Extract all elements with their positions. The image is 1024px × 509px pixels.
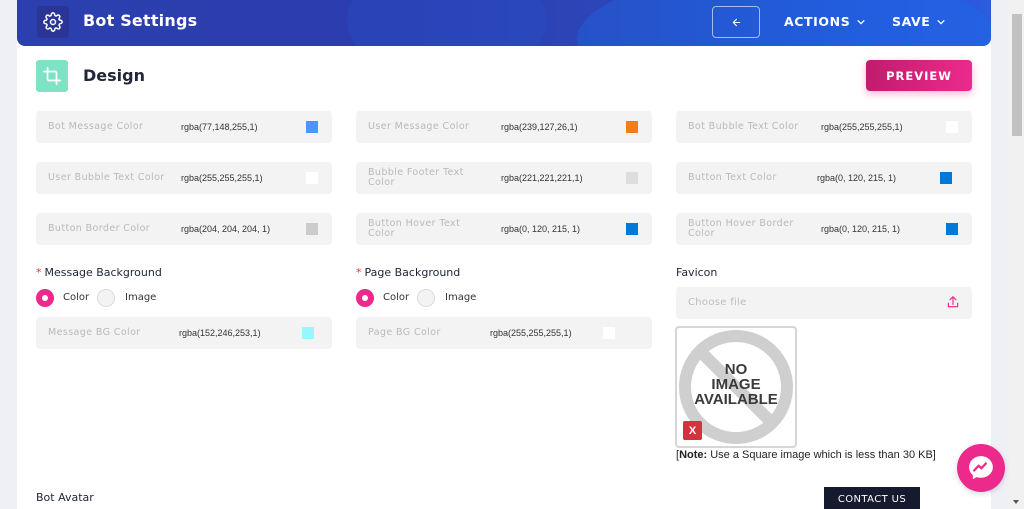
contact-us-button[interactable]: CONTACT US <box>824 487 920 509</box>
field-value: rgba(0, 120, 215, 1) <box>821 224 901 234</box>
message-background-label: * Message Background <box>36 266 162 279</box>
header-decoration <box>347 0 547 46</box>
page-bg-color-option: Color <box>383 292 410 303</box>
color-swatch[interactable] <box>306 223 318 235</box>
message-bg-color-radio[interactable] <box>36 289 54 307</box>
color-field-button-hover-text-color[interactable]: Button Hover Text Color rgba(0, 120, 215,… <box>356 213 652 245</box>
color-field-button-text-color[interactable]: Button Text Color rgba(0, 120, 215, 1) <box>676 162 972 194</box>
field-label: User Bubble Text Color <box>48 172 165 183</box>
file-placeholder: Choose file <box>688 297 747 308</box>
color-field-bubble-footer-text-color[interactable]: Bubble Footer Text Color rgba(221,221,221… <box>356 162 652 194</box>
color-field-bot-message-color[interactable]: Bot Message Color rgba(77,148,255,1) <box>36 111 332 143</box>
favicon-note: [Note: Use a Square image which is less … <box>676 449 936 461</box>
actions-label: ACTIONS <box>784 14 851 29</box>
save-menu-button[interactable]: SAVE <box>892 14 946 29</box>
crop-icon <box>36 60 68 92</box>
field-value: rgba(204, 204, 204, 1) <box>181 224 271 234</box>
page-bg-image-radio[interactable] <box>417 289 435 307</box>
field-label: Bot Bubble Text Color <box>688 121 799 132</box>
field-label: Button Text Color <box>688 172 777 183</box>
message-bg-color-option: Color <box>63 292 90 303</box>
page-background-label: * Page Background <box>356 266 461 279</box>
page-title: Bot Settings <box>83 11 198 30</box>
message-bg-color-field[interactable]: Message BG Color rgba(152,246,253,1) <box>36 317 332 349</box>
save-label: SAVE <box>892 14 931 29</box>
field-value: rgba(255,255,255,1) <box>181 173 263 183</box>
field-label: Bot Message Color <box>48 121 144 132</box>
color-swatch[interactable] <box>603 327 615 339</box>
bot-avatar-label: Bot Avatar <box>36 491 94 504</box>
color-field-user-bubble-text-color[interactable]: User Bubble Text Color rgba(255,255,255,1… <box>36 162 332 194</box>
page-bg-color-radio[interactable] <box>356 289 374 307</box>
color-swatch[interactable] <box>626 172 638 184</box>
page-bg-image-option: Image <box>445 292 477 303</box>
top-header: Bot Settings ACTIONS SAVE <box>17 0 991 46</box>
color-swatch[interactable] <box>626 223 638 235</box>
field-value: rgba(152,246,253,1) <box>179 328 261 338</box>
field-value: rgba(0, 120, 215, 1) <box>501 224 581 234</box>
scrollbar-thumb[interactable] <box>1012 14 1022 136</box>
field-label: Bubble Footer Text Color <box>368 167 464 188</box>
field-label: Page BG Color <box>368 327 441 338</box>
color-field-user-message-color[interactable]: User Message Color rgba(239,127,26,1) <box>356 111 652 143</box>
field-label: Button Border Color <box>48 223 151 234</box>
upload-icon[interactable] <box>946 295 960 309</box>
field-value: rgba(221,221,221,1) <box>501 173 583 183</box>
scroll-down-arrow-icon[interactable] <box>1013 500 1019 504</box>
color-swatch[interactable] <box>940 172 952 184</box>
back-button[interactable] <box>712 6 760 38</box>
favicon-label: Favicon <box>676 266 718 279</box>
actions-menu-button[interactable]: ACTIONS <box>784 14 866 29</box>
color-field-bot-bubble-text-color[interactable]: Bot Bubble Text Color rgba(255,255,255,1) <box>676 111 972 143</box>
message-bg-image-option: Image <box>125 292 157 303</box>
field-value: rgba(77,148,255,1) <box>181 122 258 132</box>
color-swatch[interactable] <box>626 121 638 133</box>
field-value: rgba(255,255,255,1) <box>490 328 572 338</box>
field-label: Button Hover Border Color <box>688 218 794 239</box>
message-bg-image-radio[interactable] <box>97 289 115 307</box>
color-swatch[interactable] <box>946 121 958 133</box>
messenger-chat-button[interactable] <box>957 444 1005 492</box>
field-value: rgba(239,127,26,1) <box>501 122 578 132</box>
page-bg-color-field[interactable]: Page BG Color rgba(255,255,255,1) <box>356 317 652 349</box>
field-value: rgba(0, 120, 215, 1) <box>817 173 897 183</box>
arrow-left-icon <box>732 18 740 26</box>
color-swatch[interactable] <box>306 172 318 184</box>
remove-favicon-button[interactable]: X <box>683 421 702 440</box>
color-swatch[interactable] <box>946 223 958 235</box>
messenger-icon <box>969 456 993 480</box>
no-image-text: NO IMAGE AVAILABLE <box>694 361 778 408</box>
field-label: Button Hover Text Color <box>368 218 461 239</box>
field-label: User Message Color <box>368 121 470 132</box>
color-swatch[interactable] <box>306 121 318 133</box>
page-content <box>17 0 991 509</box>
color-field-button-border-color[interactable]: Button Border Color rgba(204, 204, 204, 1… <box>36 213 332 245</box>
color-field-button-hover-border-color[interactable]: Button Hover Border Color rgba(0, 120, 21… <box>676 213 972 245</box>
preview-button[interactable]: PREVIEW <box>866 60 972 91</box>
vertical-scrollbar[interactable] <box>1009 0 1024 509</box>
chevron-down-icon <box>857 19 865 25</box>
chevron-down-icon <box>937 19 945 25</box>
field-value: rgba(255,255,255,1) <box>821 122 903 132</box>
favicon-file-input[interactable]: Choose file <box>676 287 972 319</box>
color-swatch[interactable] <box>302 327 314 339</box>
field-label: Message BG Color <box>48 327 141 338</box>
settings-gear-icon <box>37 6 69 38</box>
section-title: Design <box>83 66 145 85</box>
